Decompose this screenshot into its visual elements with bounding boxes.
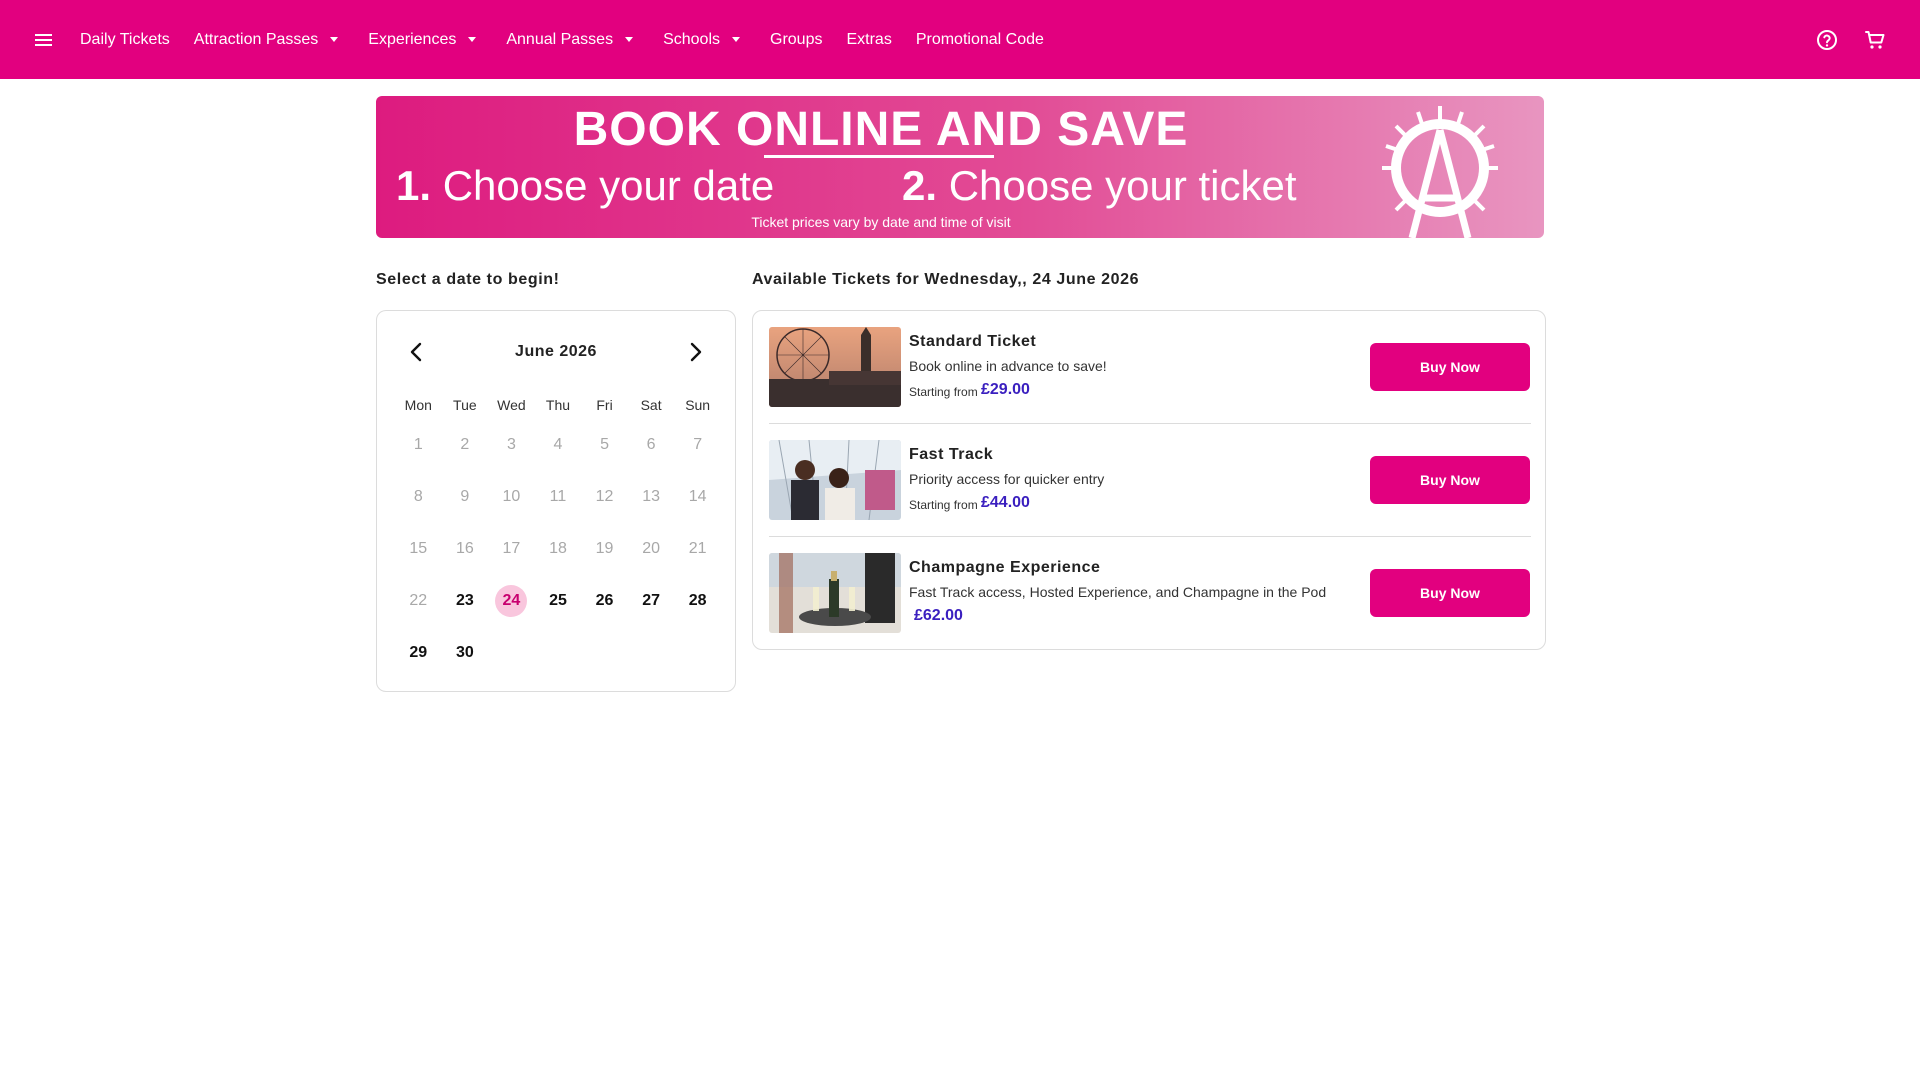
calendar-day-21: 21 (688, 540, 707, 557)
ticket-fast-track: Fast Track Priority access for quicker e… (769, 424, 1531, 537)
calendar-day-17: 17 (502, 540, 521, 557)
chevron-right-icon[interactable] (681, 337, 711, 367)
weekday-row: Mon Tue Wed Thu Fri Sat Sun (395, 391, 721, 419)
week-row: 29 30 (395, 627, 721, 679)
weekday-label: Wed (497, 397, 526, 413)
calendar-day-12: 12 (595, 488, 614, 505)
calendar-day-14: 14 (688, 488, 707, 505)
ticket-price: £62.00 (914, 607, 963, 624)
caret-down-icon (625, 37, 634, 42)
week-row: 15 16 17 18 19 20 21 (395, 523, 721, 575)
weekday-label: Thu (545, 397, 571, 413)
nav-extras[interactable]: Extras (846, 31, 891, 49)
banner-step-1: 1. Choose your date (396, 162, 775, 209)
calendar-day-3: 3 (506, 436, 516, 453)
calendar-day-30[interactable]: 30 (442, 636, 489, 670)
weekday-label: Mon (404, 397, 432, 413)
nav-experiences[interactable]: Experiences (368, 31, 482, 49)
calendar-day-26[interactable]: 26 (581, 584, 628, 618)
nav-attraction-passes[interactable]: Attraction Passes (194, 31, 345, 49)
calendar-day-8: 8 (413, 488, 423, 505)
banner-step-2: 2. Choose your ticket (902, 162, 1297, 209)
calendar-day-15: 15 (409, 540, 428, 557)
calendar-day-25[interactable]: 25 (535, 584, 582, 618)
buy-now-standard-button[interactable]: Buy Now (1370, 343, 1530, 391)
ticket-champagne: Champagne Experience Fast Track access, … (769, 537, 1531, 650)
calendar-day-16: 16 (455, 540, 474, 557)
help-circle-icon[interactable] (1815, 28, 1839, 52)
calendar-day-27[interactable]: 27 (628, 584, 675, 618)
caret-down-icon (468, 37, 477, 42)
promo-banner: BOOK ONLINE AND SAVE 1. Choose your date… (376, 96, 1544, 238)
observation-wheel-logo (1382, 106, 1498, 238)
caret-down-icon (330, 37, 339, 42)
nav-daily-tickets[interactable]: Daily Tickets (80, 31, 170, 49)
nav-links: Daily Tickets Attraction Passes Experien… (80, 0, 1068, 79)
calendar-day-7: 7 (693, 436, 703, 453)
banner-subtext: Ticket prices vary by date and time of v… (751, 214, 1011, 230)
ticket-name: Fast Track (909, 446, 994, 463)
tickets-heading: Available Tickets for Wednesday,, 24 Jun… (752, 271, 1140, 288)
date-picker: June 2026 Mon Tue Wed Thu Fri Sat Sun 1 … (376, 310, 736, 692)
ticket-price: £44.00 (981, 494, 1030, 511)
weekday-label: Fri (596, 397, 613, 413)
calendar-grid: Mon Tue Wed Thu Fri Sat Sun 1 2 3 4 5 6 … (395, 391, 721, 679)
week-row: 1 2 3 4 5 6 7 (395, 419, 721, 471)
hamburger-icon[interactable] (32, 28, 56, 52)
ticket-price: £29.00 (981, 381, 1030, 398)
champagne-image (769, 553, 901, 633)
ticket-name: Standard Ticket (909, 333, 1037, 350)
ticket-name: Champagne Experience (909, 559, 1101, 576)
calendar-day-23[interactable]: 23 (442, 584, 489, 618)
calendar-day-22: 22 (409, 592, 428, 609)
calendar-day-13: 13 (642, 488, 660, 505)
calendar-day-2: 2 (460, 436, 470, 453)
calendar-day-20: 20 (642, 540, 660, 557)
banner-headline: BOOK ONLINE AND SAVE (573, 103, 1189, 156)
weekday-label: Sun (685, 397, 711, 413)
ticket-list: Standard Ticket Book online in advance t… (752, 310, 1546, 650)
buy-now-fast-track-button[interactable]: Buy Now (1370, 456, 1530, 504)
calendar-day-29[interactable]: 29 (395, 636, 442, 670)
week-row: 22 23 24 25 26 27 28 (395, 575, 721, 627)
calendar-header: June 2026 (377, 337, 735, 367)
nav-groups[interactable]: Groups (770, 31, 822, 49)
calendar-day-24-selected[interactable]: 24 (488, 584, 535, 618)
price-label: Starting from (909, 385, 978, 399)
calendar-day-28[interactable]: 28 (674, 584, 721, 618)
calendar-day-5: 5 (600, 436, 609, 453)
week-row: 8 9 10 11 12 13 14 (395, 471, 721, 523)
calendar-day-1: 1 (413, 436, 423, 453)
calendar-day-18: 18 (549, 540, 567, 557)
banner-underline (764, 155, 994, 158)
weekday-label: Sat (640, 397, 662, 413)
nav-annual-passes[interactable]: Annual Passes (506, 31, 639, 49)
calendar-day-11: 11 (549, 488, 567, 505)
nav-promotional-code[interactable]: Promotional Code (916, 31, 1044, 49)
ticket-standard: Standard Ticket Book online in advance t… (769, 311, 1531, 424)
ticket-description: Fast Track access, Hosted Experience, an… (909, 584, 1327, 600)
caret-down-icon (732, 37, 740, 42)
calendar-day-19: 19 (595, 540, 614, 557)
calendar-heading: Select a date to begin! (376, 271, 560, 288)
calendar-day-10: 10 (502, 488, 521, 505)
ticket-description: Book online in advance to save! (909, 358, 1107, 374)
calendar-day-4: 4 (553, 436, 563, 453)
cart-icon[interactable] (1863, 28, 1887, 52)
top-nav: Daily Tickets Attraction Passes Experien… (0, 0, 1920, 79)
price-label: Starting from (909, 498, 978, 512)
weekday-label: Tue (453, 397, 477, 413)
standard-ticket-image (769, 327, 901, 407)
calendar-day-9: 9 (460, 488, 470, 505)
fast-track-image (769, 440, 901, 520)
ticket-description: Priority access for quicker entry (909, 471, 1105, 487)
buy-now-champagne-button[interactable]: Buy Now (1370, 569, 1530, 617)
calendar-day-6: 6 (646, 436, 656, 453)
nav-schools[interactable]: Schools (663, 31, 746, 49)
